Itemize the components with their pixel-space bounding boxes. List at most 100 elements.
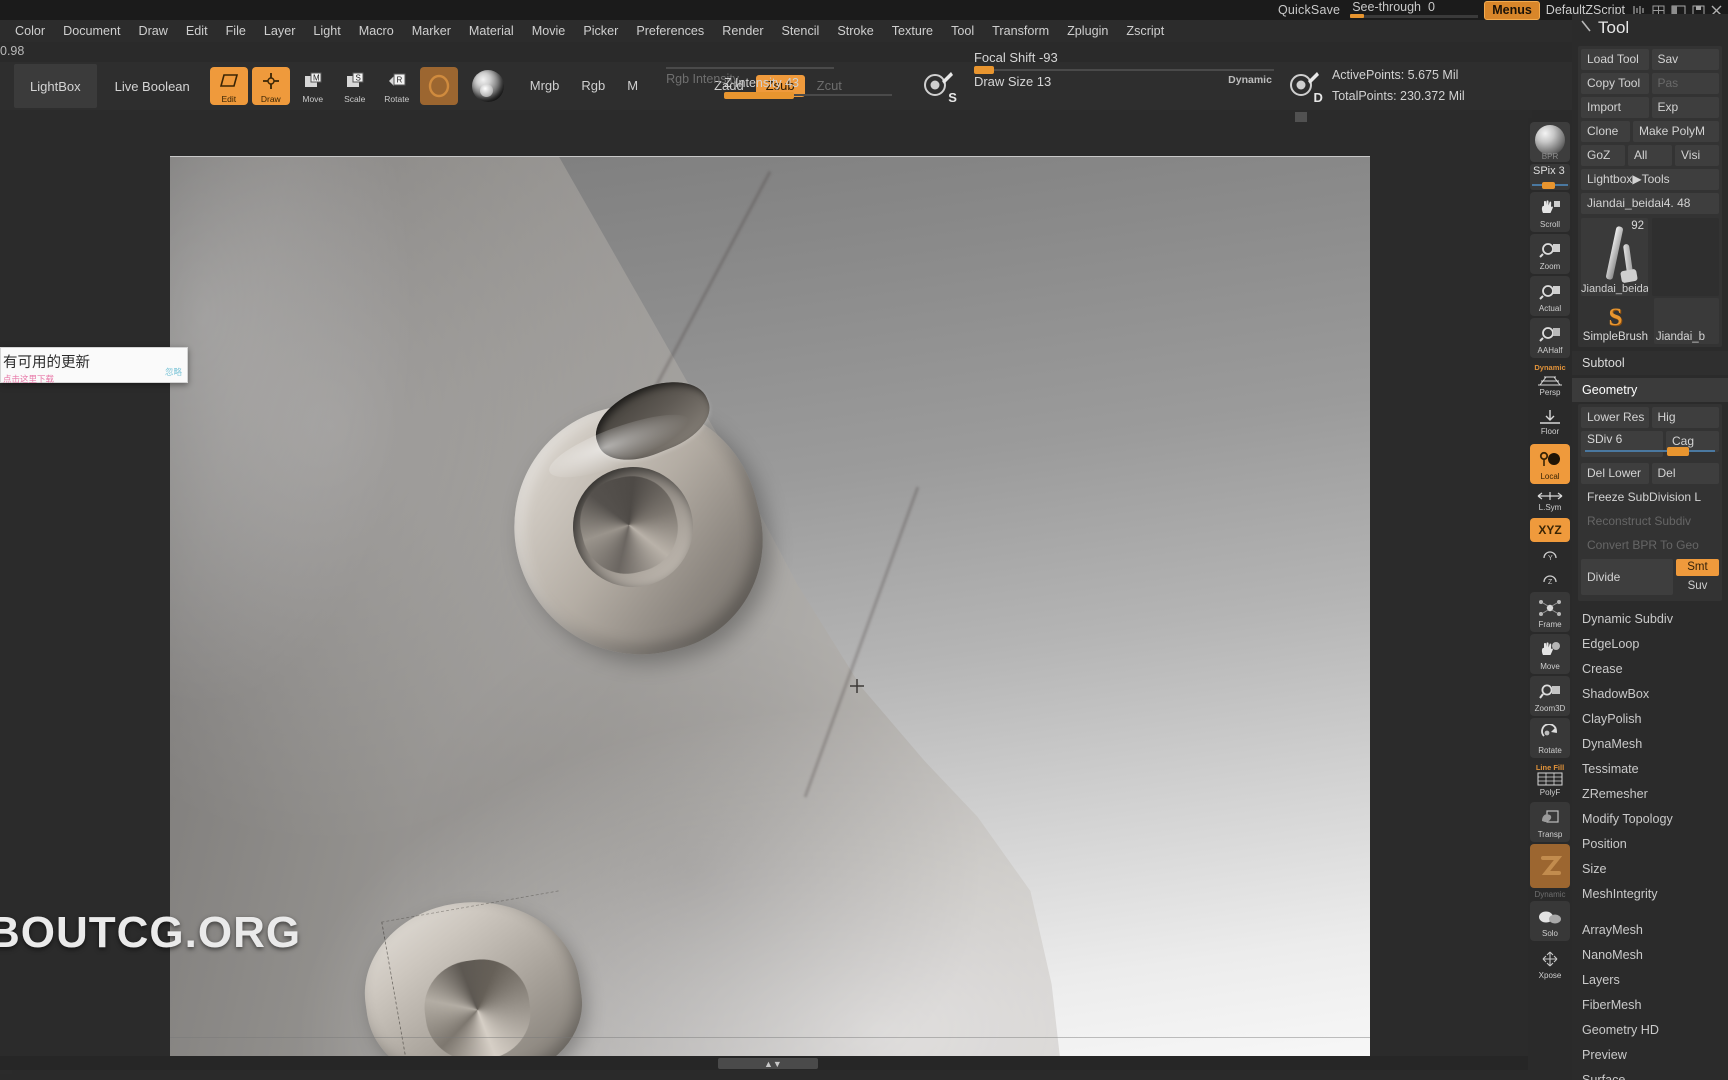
menu-tessimate[interactable]: Tessimate (1572, 757, 1728, 782)
edit-mode-button[interactable]: Edit (209, 67, 248, 105)
menu-claypolish[interactable]: ClayPolish (1572, 707, 1728, 732)
see-through-slider[interactable]: See-through 0 (1350, 0, 1479, 19)
menu-item-light[interactable]: Light (304, 22, 349, 41)
palette-collapse-icon[interactable] (1580, 19, 1592, 38)
menu-item-zscript[interactable]: Zscript (1117, 22, 1173, 41)
update-notification-toast[interactable]: 有可用的更新 点击这里下载 忽略 (0, 347, 188, 385)
m-toggle[interactable]: M (617, 75, 648, 97)
menu-item-file[interactable]: File (217, 22, 255, 41)
goz-all-button[interactable]: All (1628, 145, 1672, 166)
actual-size-button[interactable]: Actual (1530, 276, 1570, 316)
scroll-button[interactable]: Scroll (1530, 192, 1570, 232)
frame-button[interactable]: Frame (1530, 592, 1570, 632)
menu-item-movie[interactable]: Movie (523, 22, 575, 41)
menu-arraymesh[interactable]: ArrayMesh (1572, 918, 1728, 943)
menu-item-draw[interactable]: Draw (130, 22, 177, 41)
menu-item-texture[interactable]: Texture (883, 22, 942, 41)
menus-toggle-button[interactable]: Menus (1484, 0, 1540, 20)
brush-picker-icon[interactable]: D (1288, 69, 1323, 105)
menu-item-zplugin[interactable]: Zplugin (1058, 22, 1117, 41)
menu-item-macro[interactable]: Macro (350, 22, 403, 41)
alt-tool-thumbnail[interactable]: Jiandai_b (1653, 298, 1719, 344)
material-sphere-icon[interactable] (471, 70, 504, 102)
menu-item-transform[interactable]: Transform (983, 22, 1058, 41)
make-polymesh-button[interactable]: Make PolyM (1633, 121, 1719, 142)
y-axis-button[interactable]: Y (1530, 544, 1570, 566)
menu-crease[interactable]: Crease (1572, 657, 1728, 682)
floor-grid-button[interactable]: Floor (1530, 402, 1570, 442)
move-canvas-button[interactable]: Move (1530, 634, 1570, 674)
dynamic-mode-button[interactable] (1530, 844, 1570, 888)
draw-mode-button[interactable]: Draw (251, 67, 290, 105)
goz-button[interactable]: GoZ (1581, 145, 1625, 166)
load-tool-button[interactable]: Load Tool (1581, 49, 1649, 70)
brush-preview-button[interactable] (419, 67, 458, 105)
live-boolean-button[interactable]: Live Boolean (98, 64, 206, 108)
menu-shadowbox[interactable]: ShadowBox (1572, 682, 1728, 707)
suv-toggle[interactable]: Suv (1676, 578, 1719, 595)
sdiv-track[interactable] (1585, 450, 1715, 452)
rotate-canvas-button[interactable]: Rotate (1530, 718, 1570, 758)
menu-dynamic-subdiv[interactable]: Dynamic Subdiv (1572, 607, 1728, 632)
dynamic-label[interactable]: Dynamic (1228, 74, 1272, 86)
menu-fibermesh[interactable]: FiberMesh (1572, 993, 1728, 1018)
menu-geometry-hd[interactable]: Geometry HD (1572, 1018, 1728, 1043)
menu-surface[interactable]: Surface (1572, 1068, 1728, 1080)
higher-res-button[interactable]: Hig (1651, 407, 1719, 428)
del-higher-button[interactable]: Del (1651, 463, 1719, 484)
scale-mode-button[interactable]: S Scale (336, 67, 374, 105)
current-tool-thumbnail[interactable]: 92 Jiandai_beidai4 (1581, 218, 1648, 296)
bpr-render-button[interactable]: BPR (1530, 122, 1570, 162)
update-toast-dismiss-link[interactable]: 忽略 (165, 366, 182, 378)
menu-modify-topology[interactable]: Modify Topology (1572, 807, 1728, 832)
solo-button[interactable]: Solo (1530, 901, 1570, 941)
menu-item-layer[interactable]: Layer (255, 22, 305, 41)
local-transform-button[interactable]: Local (1530, 444, 1570, 484)
zoom-button[interactable]: Zoom (1530, 234, 1570, 274)
xpose-button[interactable]: Xpose (1530, 943, 1570, 983)
del-lower-button[interactable]: Del Lower (1581, 463, 1649, 484)
menu-item-color[interactable]: Color (6, 22, 54, 41)
menu-position[interactable]: Position (1572, 832, 1728, 857)
menu-item-tool[interactable]: Tool (942, 22, 983, 41)
rotate-mode-button[interactable]: R Rotate (378, 67, 416, 105)
menu-item-stroke[interactable]: Stroke (828, 22, 882, 41)
local-symmetry-button[interactable]: L.Sym (1530, 486, 1570, 516)
aahalf-button[interactable]: AAHalf (1530, 318, 1570, 358)
menu-size[interactable]: Size (1572, 857, 1728, 882)
z-intensity-handle[interactable] (723, 92, 794, 99)
menu-item-stencil[interactable]: Stencil (773, 22, 829, 41)
sdiv-handle[interactable] (1667, 447, 1689, 456)
d-ring-loop[interactable] (488, 367, 787, 681)
spix-slider[interactable]: SPix 3 (1530, 164, 1570, 190)
mrgb-toggle[interactable]: Mrgb (520, 75, 570, 97)
menu-item-marker[interactable]: Marker (403, 22, 460, 41)
perspective-button[interactable]: Dynamic Persp (1530, 360, 1570, 400)
menu-item-picker[interactable]: Picker (574, 22, 627, 41)
z-axis-button[interactable]: Z (1530, 568, 1570, 590)
menu-item-preferences[interactable]: Preferences (627, 22, 713, 41)
lower-res-button[interactable]: Lower Res (1581, 407, 1649, 428)
lightbox-button[interactable]: LightBox (14, 64, 97, 108)
transparency-button[interactable]: Transp (1530, 802, 1570, 842)
menu-layers[interactable]: Layers (1572, 968, 1728, 993)
export-button[interactable]: Exp (1651, 97, 1719, 118)
tool-thumbnail-slot-2[interactable] (1652, 218, 1719, 296)
move-mode-button[interactable]: M Move (294, 67, 332, 105)
document-viewport[interactable] (170, 156, 1370, 1066)
import-button[interactable]: Import (1581, 97, 1649, 118)
z-intensity-slider[interactable]: Z Intensity 43 (723, 70, 892, 110)
freeze-subdivision-button[interactable]: Freeze SubDivision L (1581, 487, 1719, 508)
copy-tool-button[interactable]: Copy Tool (1581, 73, 1649, 94)
horizontal-scrollbar[interactable]: ▲▼ (0, 1056, 1532, 1070)
scroll-collapse-icon[interactable]: ▲▼ (764, 1059, 782, 1069)
current-tool-name-field[interactable]: Jiandai_beidai4. 48 (1581, 193, 1719, 214)
save-as-button[interactable]: Sav (1651, 49, 1719, 70)
lightbox-tools-button[interactable]: Lightbox▶Tools (1581, 169, 1719, 190)
xyz-symmetry-button[interactable]: XYZ (1530, 518, 1570, 542)
paste-tool-button[interactable]: Pas (1651, 73, 1719, 94)
menu-meshintegrity[interactable]: MeshIntegrity (1572, 882, 1728, 907)
menu-edgeloop[interactable]: EdgeLoop (1572, 632, 1728, 657)
menu-zremesher[interactable]: ZRemesher (1572, 782, 1728, 807)
update-toast-subtitle[interactable]: 点击这里下载 (1, 372, 187, 385)
